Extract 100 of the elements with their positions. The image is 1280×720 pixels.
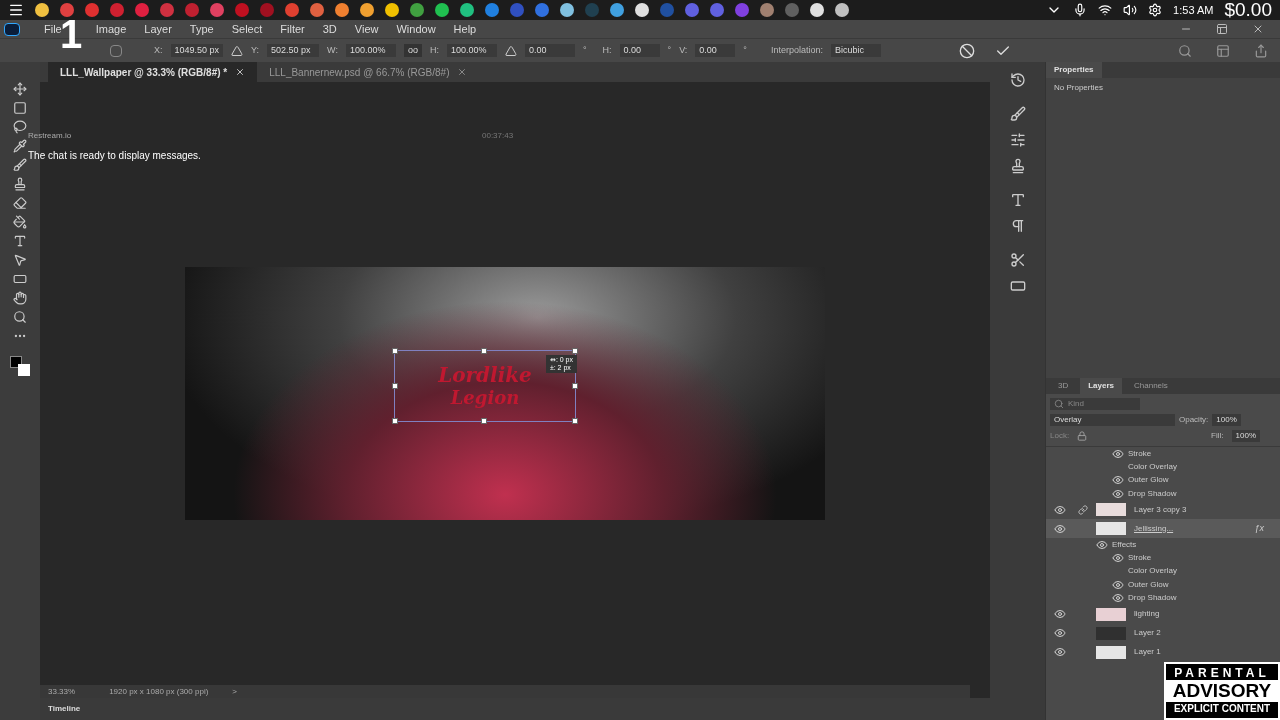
- microphone-icon[interactable]: [1073, 3, 1088, 17]
- y-field[interactable]: 502.50 px: [267, 43, 320, 58]
- menu-item[interactable]: Type: [189, 20, 214, 38]
- history-icon[interactable]: [1009, 72, 1026, 88]
- settings-icon[interactable]: [1148, 3, 1163, 17]
- zoom-level[interactable]: 33.33%: [48, 685, 76, 698]
- status-menu-arrow[interactable]: >: [232, 685, 237, 698]
- menu-item[interactable]: Filter: [280, 20, 305, 38]
- close-icon[interactable]: [1252, 23, 1264, 35]
- blend-mode-dropdown[interactable]: Overlay: [1050, 414, 1175, 426]
- visibility-eye-icon[interactable]: [1054, 522, 1066, 535]
- transform-handle[interactable]: [392, 347, 398, 354]
- menu-item[interactable]: Layer: [144, 20, 172, 38]
- effect-name[interactable]: Color Overlay: [1128, 460, 1177, 473]
- link-toggle[interactable]: oo: [403, 43, 422, 58]
- app-taskbar-icon[interactable]: [335, 3, 349, 17]
- eraser-tool-icon[interactable]: [13, 196, 27, 210]
- transform-handle[interactable]: [572, 382, 578, 389]
- delta-icon[interactable]: [231, 44, 244, 57]
- app-taskbar-icon[interactable]: [560, 3, 574, 17]
- width-field[interactable]: 100.00%: [345, 43, 396, 58]
- effect-name[interactable]: Outer Glow: [1128, 578, 1169, 591]
- menu-item[interactable]: Image: [95, 20, 127, 38]
- eyedropper-tool-icon[interactable]: [13, 139, 27, 153]
- pointer-tool-icon[interactable]: [13, 253, 27, 267]
- volume-icon[interactable]: [1123, 3, 1138, 17]
- lock-icon[interactable]: [1077, 431, 1088, 441]
- app-taskbar-icon[interactable]: [435, 3, 449, 17]
- hand-tool-icon[interactable]: [13, 291, 27, 305]
- background-color-swatch[interactable]: [18, 364, 30, 376]
- visibility-eye-icon[interactable]: [1112, 487, 1124, 500]
- fill-field[interactable]: 100%: [1231, 430, 1260, 442]
- share-icon[interactable]: [1254, 43, 1268, 58]
- brush-settings-icon[interactable]: [1009, 106, 1026, 122]
- transform-handle[interactable]: [392, 382, 398, 389]
- wifi-icon[interactable]: [1098, 3, 1113, 17]
- character-icon[interactable]: [1009, 192, 1026, 208]
- panel-tab[interactable]: 3D: [1050, 378, 1077, 394]
- panel-tab[interactable]: Layers: [1080, 378, 1123, 394]
- effects-header[interactable]: Effects: [1112, 538, 1137, 551]
- visibility-eye-icon[interactable]: [1112, 552, 1124, 565]
- reference-point-icon[interactable]: [110, 44, 122, 57]
- app-taskbar-icon[interactable]: [460, 3, 474, 17]
- visibility-eye-icon[interactable]: [1054, 608, 1066, 621]
- height-field[interactable]: 100.00%: [446, 43, 497, 58]
- effect-name[interactable]: Drop Shadow: [1128, 487, 1177, 500]
- menu-item[interactable]: Window: [396, 20, 436, 38]
- panel-icon[interactable]: [1009, 278, 1026, 294]
- sliders-icon[interactable]: [1009, 132, 1026, 148]
- interpolation-dropdown[interactable]: Bicubic: [831, 43, 881, 58]
- transform-handle[interactable]: [392, 417, 398, 424]
- x-field[interactable]: 1049.50 px: [170, 43, 224, 58]
- effect-name[interactable]: Drop Shadow: [1128, 592, 1177, 604]
- clone-source-icon[interactable]: [1009, 158, 1026, 174]
- visibility-eye-icon[interactable]: [1096, 538, 1108, 551]
- transform-handle[interactable]: [572, 347, 578, 354]
- menu-item[interactable]: 3D: [322, 20, 337, 38]
- effect-name[interactable]: Color Overlay: [1128, 565, 1177, 578]
- effect-name[interactable]: Outer Glow: [1128, 474, 1169, 487]
- effect-name[interactable]: Stroke: [1128, 447, 1152, 460]
- angle-field[interactable]: 0.00: [524, 43, 575, 58]
- restore-icon[interactable]: [1216, 23, 1228, 35]
- zoom-tool-icon[interactable]: [13, 310, 27, 324]
- layer-row[interactable]: Layer 2: [1046, 623, 1280, 643]
- app-taskbar-icon[interactable]: [635, 3, 649, 17]
- visibility-eye-icon[interactable]: [1112, 474, 1124, 487]
- search-icon[interactable]: [1178, 43, 1192, 58]
- visibility-eye-icon[interactable]: [1054, 627, 1066, 640]
- horizontal-skew-field[interactable]: 0.00: [619, 43, 660, 58]
- app-taskbar-icon[interactable]: [360, 3, 374, 17]
- cancel-icon[interactable]: [959, 42, 975, 59]
- opacity-field[interactable]: 100%: [1212, 414, 1241, 426]
- visibility-eye-icon[interactable]: [1112, 578, 1124, 591]
- rectangle-tool-icon[interactable]: [13, 272, 27, 286]
- layer-row[interactable]: Jellissing... ƒx: [1046, 519, 1280, 539]
- app-taskbar-icon[interactable]: [35, 3, 49, 17]
- app-taskbar-icon[interactable]: [385, 3, 399, 17]
- menu-item[interactable]: View: [354, 20, 379, 38]
- visibility-eye-icon[interactable]: [1054, 503, 1066, 516]
- effect-name[interactable]: Stroke: [1128, 552, 1152, 565]
- transform-handle[interactable]: [481, 347, 487, 354]
- layer-row[interactable]: Layer 1: [1046, 642, 1280, 662]
- menu-item[interactable]: Help: [453, 20, 477, 38]
- document-tab[interactable]: LLL_Wallpaper @ 33.3% (RGB/8#) *: [48, 62, 258, 82]
- bucket-tool-icon[interactable]: [13, 215, 27, 229]
- stamp-tool-icon[interactable]: [13, 177, 27, 191]
- visibility-eye-icon[interactable]: [1054, 646, 1066, 659]
- vertical-skew-field[interactable]: 0.00: [695, 43, 736, 58]
- layer-row[interactable]: Layer 3 copy 3: [1046, 500, 1280, 520]
- menu-item[interactable]: Select: [231, 20, 263, 38]
- start-menu-icon[interactable]: [8, 2, 24, 18]
- type-tool-icon[interactable]: [13, 234, 27, 248]
- transform-handle[interactable]: [572, 417, 578, 424]
- workspace-icon[interactable]: [1216, 43, 1230, 58]
- app-taskbar-icon[interactable]: [810, 3, 824, 17]
- transform-handle[interactable]: [481, 417, 487, 424]
- panel-tab[interactable]: Channels: [1126, 378, 1176, 394]
- visibility-eye-icon[interactable]: [1112, 447, 1124, 460]
- brush-tool-icon[interactable]: [13, 158, 27, 172]
- lasso-tool-icon[interactable]: [13, 120, 27, 134]
